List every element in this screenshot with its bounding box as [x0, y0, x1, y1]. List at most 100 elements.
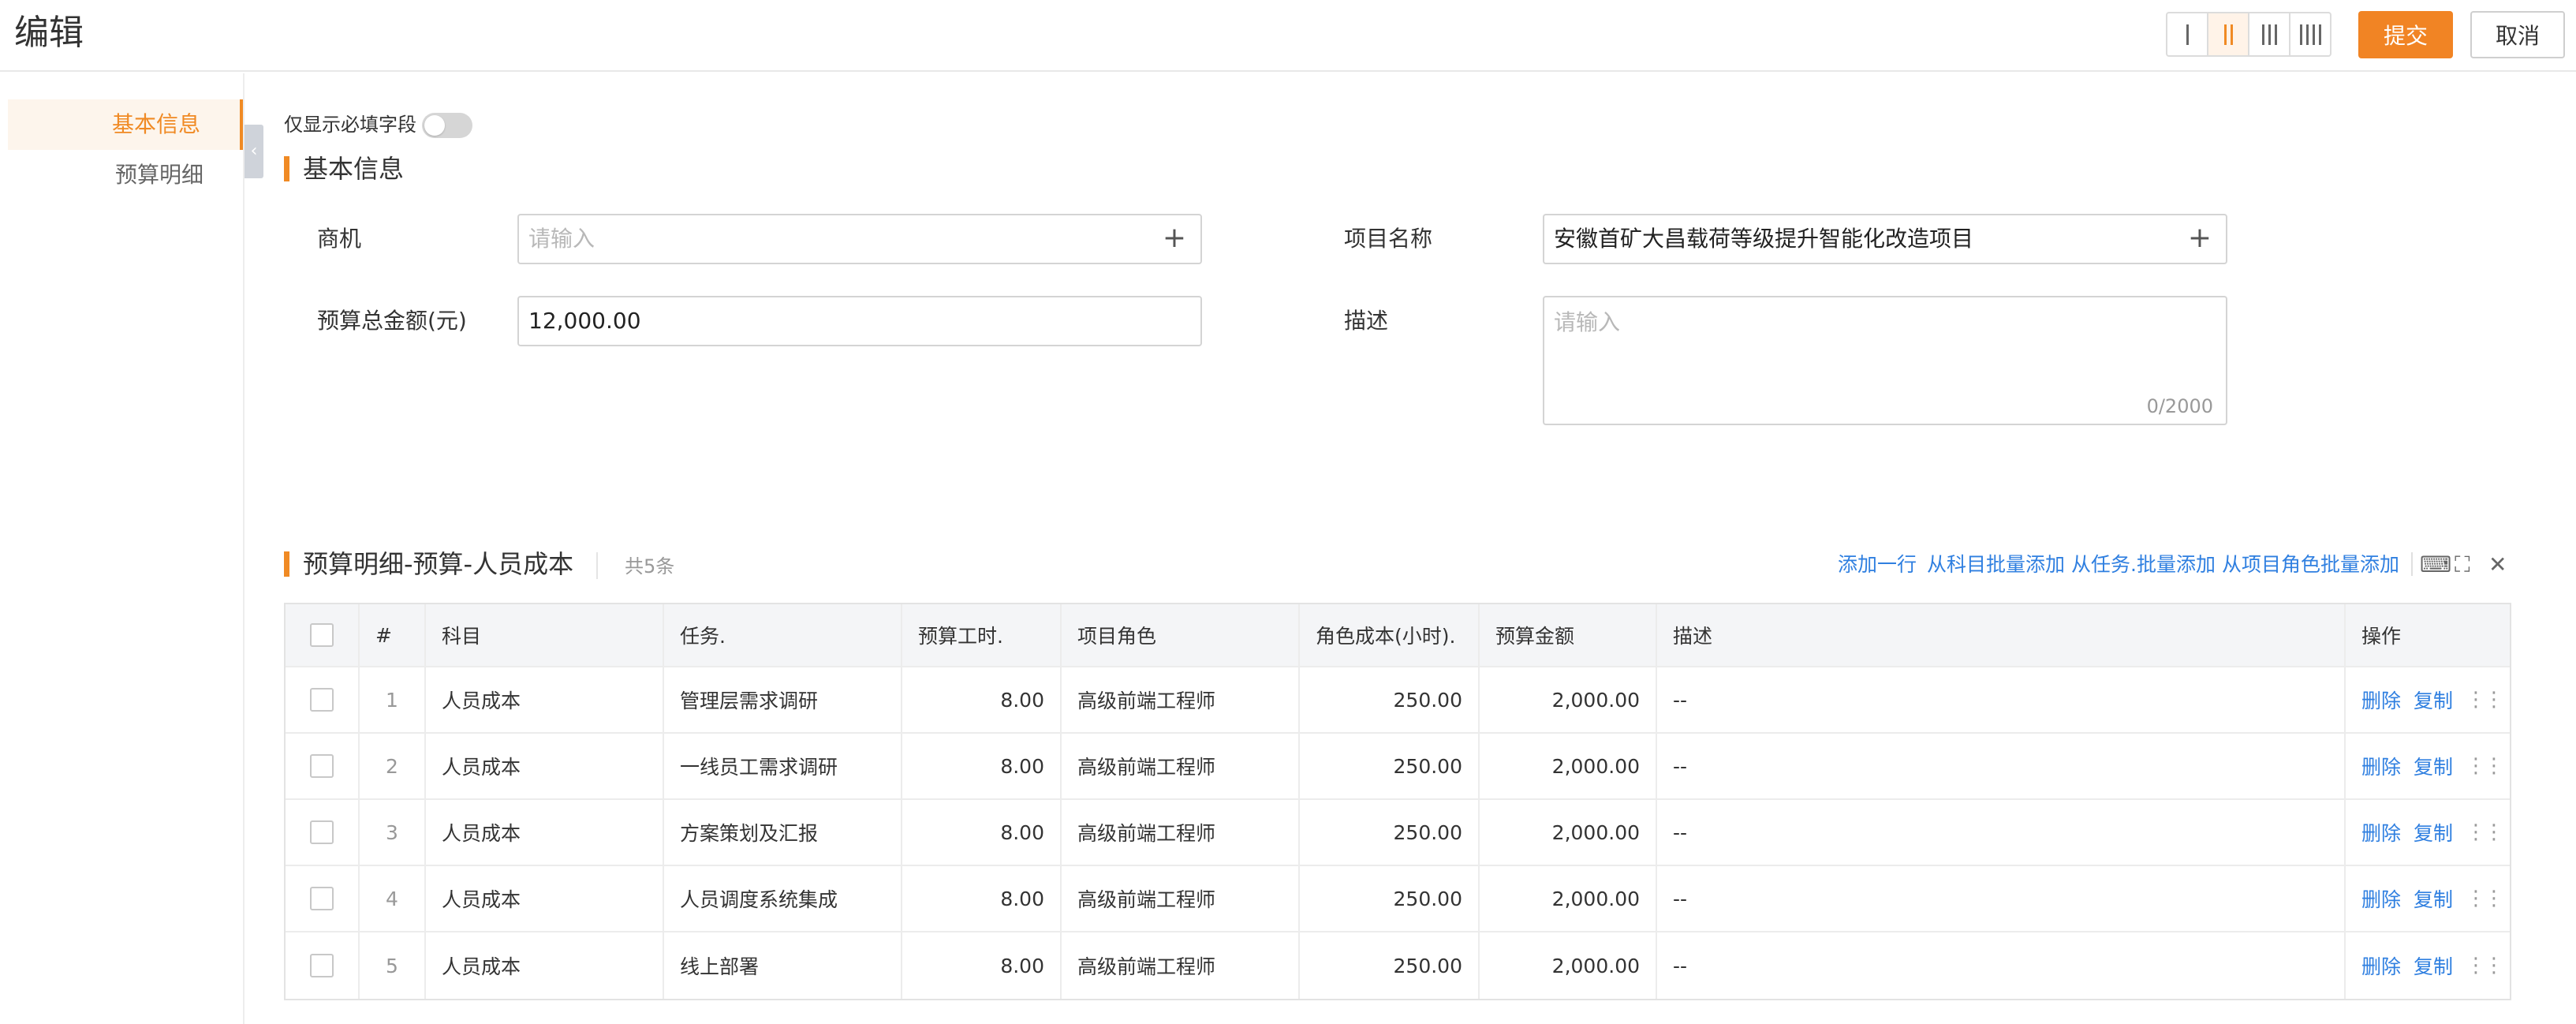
- delete-row-link[interactable]: 删除: [2361, 951, 2401, 980]
- row-checkbox[interactable]: [310, 954, 334, 977]
- column-header-amount[interactable]: 预算金额: [1480, 604, 1657, 666]
- row-select-cell: [286, 932, 360, 999]
- close-icon[interactable]: ✕: [2488, 552, 2507, 577]
- layout-4-column-icon[interactable]: [2290, 13, 2330, 55]
- column-header-description[interactable]: 描述: [1657, 604, 2346, 666]
- row-hours[interactable]: 8.00: [902, 734, 1062, 798]
- row-amount[interactable]: 2,000.00: [1480, 932, 1657, 999]
- toggle-knob: [424, 115, 445, 136]
- row-amount[interactable]: 2,000.00: [1480, 800, 1657, 865]
- select-all-checkbox[interactable]: [310, 623, 334, 647]
- layout-3-column-icon[interactable]: [2249, 13, 2290, 55]
- row-role-cost[interactable]: 250.00: [1300, 800, 1480, 865]
- batch-add-task-link[interactable]: 从任务.批量添加: [2071, 552, 2216, 577]
- column-header-subject[interactable]: 科目: [426, 604, 664, 666]
- add-row-link[interactable]: 添加一行: [1838, 552, 1917, 577]
- description-placeholder: 请输入: [1554, 309, 1621, 335]
- cancel-button[interactable]: 取消: [2470, 11, 2565, 58]
- row-task[interactable]: 人员调度系统集成: [664, 866, 902, 931]
- column-header-hours[interactable]: 预算工时.: [902, 604, 1062, 666]
- drag-handle-icon[interactable]: ⋮⋮: [2466, 688, 2504, 712]
- row-description[interactable]: --: [1657, 800, 2346, 865]
- row-hours[interactable]: 8.00: [902, 866, 1062, 931]
- table-row: 1 人员成本 管理层需求调研 8.00 高级前端工程师 250.00 2,000…: [286, 667, 2510, 734]
- copy-row-link[interactable]: 复制: [2414, 752, 2453, 780]
- row-description[interactable]: --: [1657, 932, 2346, 999]
- drag-handle-icon[interactable]: ⋮⋮: [2466, 754, 2504, 778]
- row-description[interactable]: --: [1657, 734, 2346, 798]
- row-amount[interactable]: 2,000.00: [1480, 734, 1657, 798]
- row-subject[interactable]: 人员成本: [426, 866, 664, 931]
- chevron-left-icon: ‹: [250, 141, 258, 161]
- row-amount[interactable]: 2,000.00: [1480, 667, 1657, 732]
- budget-table: # 科目 任务. 预算工时. 项目角色 角色成本(小时). 预算金额 描述 操作…: [284, 603, 2511, 1000]
- row-subject[interactable]: 人员成本: [426, 734, 664, 798]
- drag-handle-icon[interactable]: ⋮⋮: [2466, 887, 2504, 910]
- row-operations: 删除 复制 ⋮⋮: [2346, 800, 2510, 865]
- delete-row-link[interactable]: 删除: [2361, 884, 2401, 913]
- column-layout-switch: [2166, 12, 2331, 57]
- opportunity-input[interactable]: 请输入 +: [517, 214, 1202, 264]
- row-hours[interactable]: 8.00: [902, 667, 1062, 732]
- column-header-role[interactable]: 项目角色: [1062, 604, 1300, 666]
- row-role-cost[interactable]: 250.00: [1300, 866, 1480, 931]
- description-textarea[interactable]: 请输入 0/2000: [1543, 296, 2227, 425]
- copy-row-link[interactable]: 复制: [2414, 818, 2453, 846]
- row-role[interactable]: 高级前端工程师: [1062, 667, 1300, 732]
- column-header-task[interactable]: 任务.: [664, 604, 902, 666]
- row-role[interactable]: 高级前端工程师: [1062, 800, 1300, 865]
- select-all-cell: [286, 604, 360, 666]
- row-select-cell: [286, 800, 360, 865]
- copy-row-link[interactable]: 复制: [2414, 884, 2453, 913]
- column-header-role-cost[interactable]: 角色成本(小时).: [1300, 604, 1480, 666]
- row-subject[interactable]: 人员成本: [426, 800, 664, 865]
- batch-add-subject-link[interactable]: 从科目批量添加: [1927, 552, 2065, 577]
- row-role[interactable]: 高级前端工程师: [1062, 932, 1300, 999]
- row-subject[interactable]: 人员成本: [426, 667, 664, 732]
- row-task[interactable]: 一线员工需求调研: [664, 734, 902, 798]
- row-checkbox[interactable]: [310, 887, 334, 910]
- row-amount[interactable]: 2,000.00: [1480, 866, 1657, 931]
- submit-button[interactable]: 提交: [2358, 11, 2453, 58]
- batch-add-role-link[interactable]: 从项目角色批量添加: [2222, 552, 2399, 577]
- row-task[interactable]: 线上部署: [664, 932, 902, 999]
- layout-1-column-icon[interactable]: [2167, 13, 2208, 55]
- row-role[interactable]: 高级前端工程师: [1062, 866, 1300, 931]
- budget-total-input[interactable]: 12,000.00: [517, 296, 1202, 346]
- delete-row-link[interactable]: 删除: [2361, 752, 2401, 780]
- row-task[interactable]: 管理层需求调研: [664, 667, 902, 732]
- row-checkbox[interactable]: [310, 820, 334, 844]
- budget-total-value: 12,000.00: [528, 308, 641, 334]
- project-name-value: 安徽首矿大昌载荷等级提升智能化改造项目: [1554, 226, 1974, 252]
- plus-icon[interactable]: +: [1163, 215, 1186, 261]
- plus-icon[interactable]: +: [2188, 215, 2212, 261]
- row-checkbox[interactable]: [310, 754, 334, 778]
- copy-row-link[interactable]: 复制: [2414, 951, 2453, 980]
- row-checkbox[interactable]: [310, 688, 334, 712]
- fullscreen-icon[interactable]: ⛶: [2455, 552, 2470, 577]
- drag-handle-icon[interactable]: ⋮⋮: [2466, 820, 2504, 844]
- column-header-index: #: [360, 604, 426, 666]
- row-hours[interactable]: 8.00: [902, 932, 1062, 999]
- row-subject[interactable]: 人员成本: [426, 932, 664, 999]
- required-only-toggle[interactable]: [422, 113, 472, 138]
- drag-handle-icon[interactable]: ⋮⋮: [2466, 954, 2504, 977]
- row-role-cost[interactable]: 250.00: [1300, 734, 1480, 798]
- delete-row-link[interactable]: 删除: [2361, 818, 2401, 846]
- sidebar-item-basic-info[interactable]: 基本信息: [8, 99, 243, 150]
- row-role-cost[interactable]: 250.00: [1300, 667, 1480, 732]
- project-name-input[interactable]: 安徽首矿大昌载荷等级提升智能化改造项目 +: [1543, 214, 2227, 264]
- row-task[interactable]: 方案策划及汇报: [664, 800, 902, 865]
- sidebar-item-budget-detail[interactable]: 预算明细: [8, 150, 243, 200]
- row-description[interactable]: --: [1657, 866, 2346, 931]
- row-description[interactable]: --: [1657, 667, 2346, 732]
- copy-row-link[interactable]: 复制: [2414, 686, 2453, 714]
- keyboard-icon[interactable]: ⌨: [2420, 552, 2451, 577]
- row-hours[interactable]: 8.00: [902, 800, 1062, 865]
- table-header-row: # 科目 任务. 预算工时. 项目角色 角色成本(小时). 预算金额 描述 操作: [286, 604, 2510, 667]
- row-role[interactable]: 高级前端工程师: [1062, 734, 1300, 798]
- row-role-cost[interactable]: 250.00: [1300, 932, 1480, 999]
- collapse-sidebar-button[interactable]: ‹: [245, 125, 263, 178]
- layout-2-column-icon[interactable]: [2208, 13, 2249, 55]
- delete-row-link[interactable]: 删除: [2361, 686, 2401, 714]
